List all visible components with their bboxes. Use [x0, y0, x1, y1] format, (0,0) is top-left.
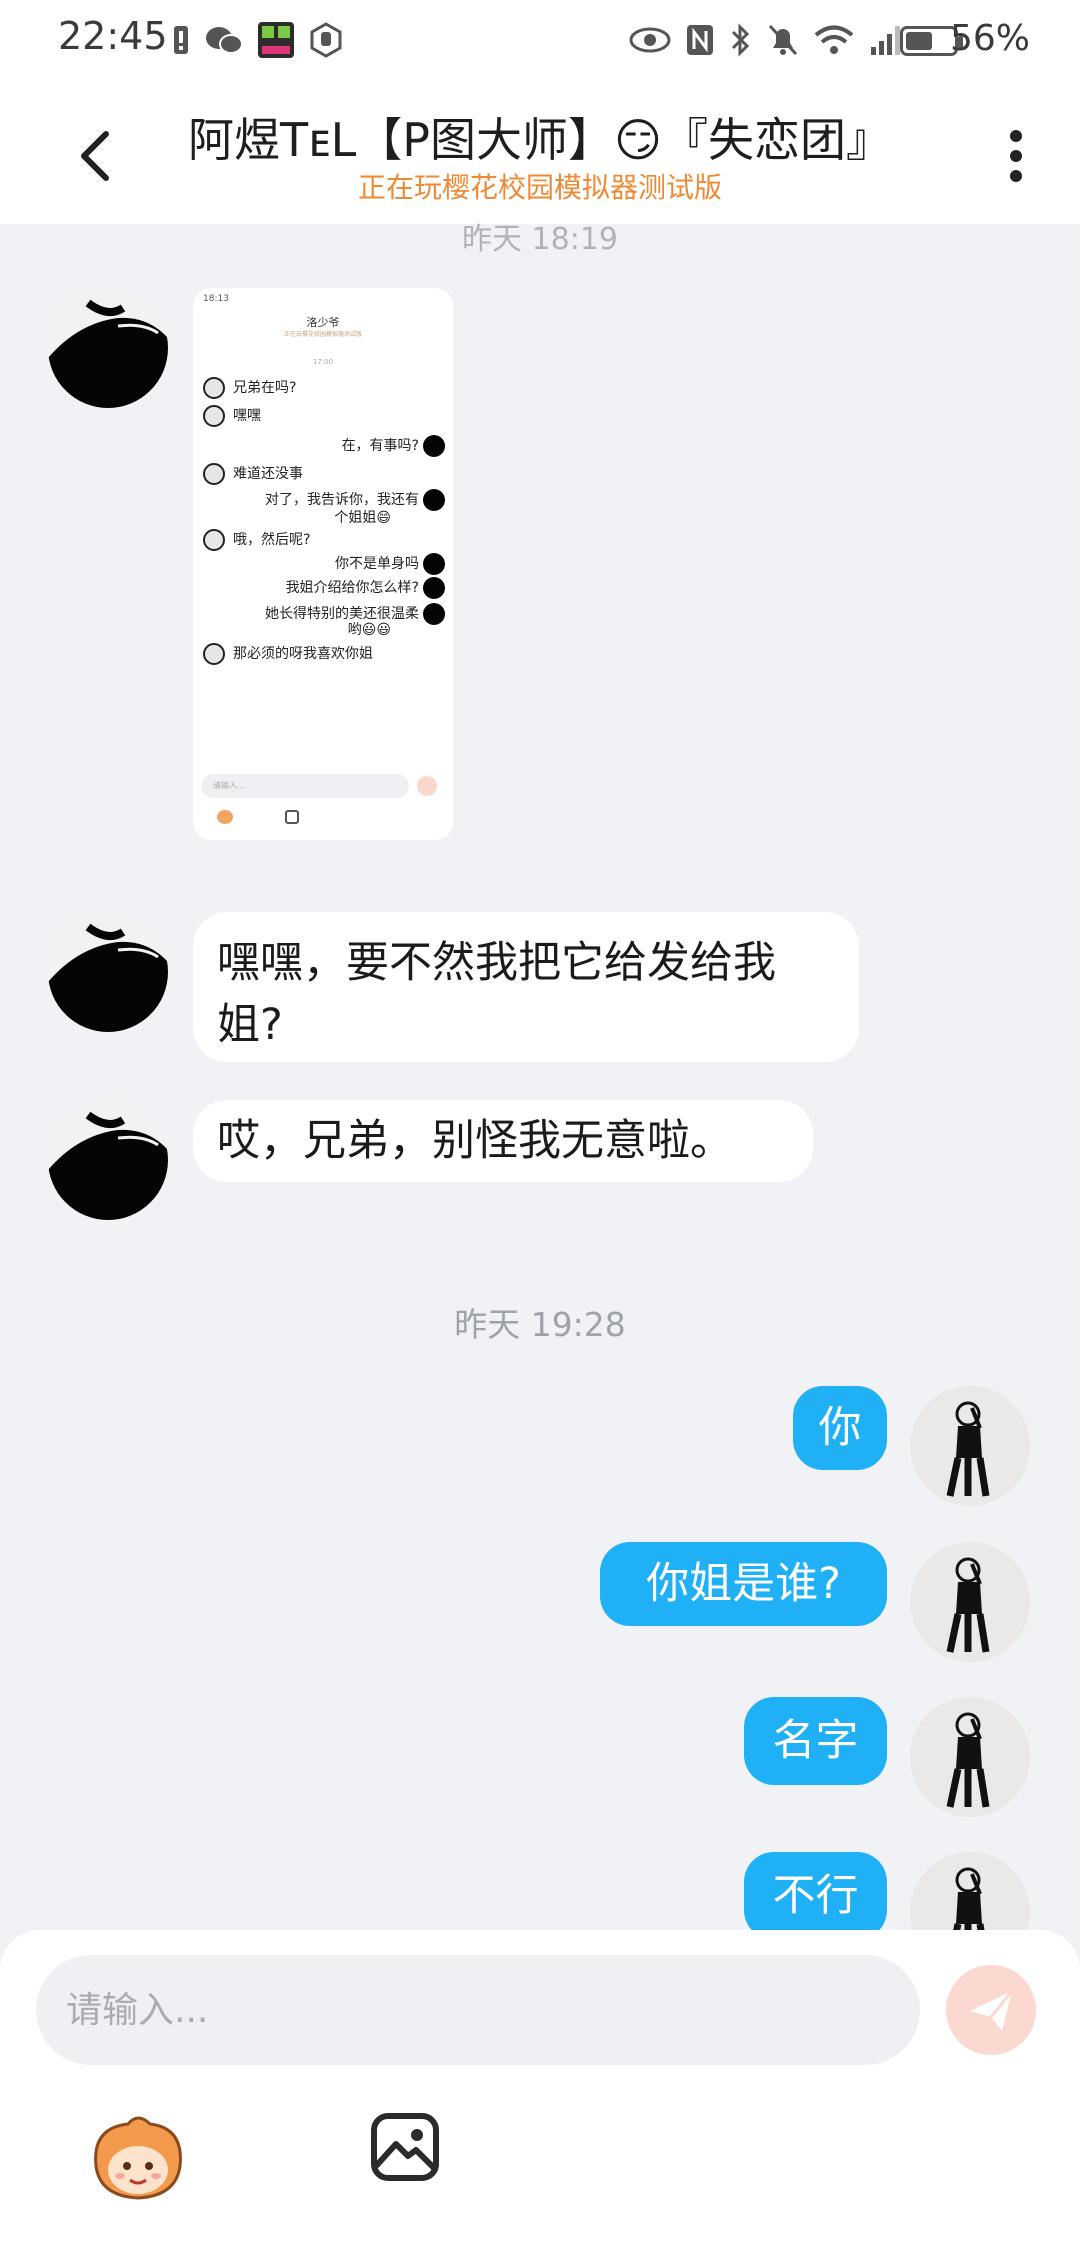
app-icon	[258, 22, 294, 58]
chat-header: 阿煜TᴇL【P图大师】😏『失恋团』 正在玩樱花校园模拟器测试版	[0, 86, 1080, 224]
mini-title: 洛少爷	[306, 316, 340, 329]
mini-chat-line: 我姐介绍给你怎么样?	[285, 580, 419, 596]
contact-avatar[interactable]	[48, 1100, 168, 1220]
message-text-line: 姐?	[217, 1000, 283, 1050]
timestamp: 昨天 19:28	[454, 1305, 626, 1344]
my-avatar[interactable]	[910, 1386, 1030, 1506]
message-text: 你	[818, 1403, 862, 1453]
mini-chat-line: 哦，然后呢?	[233, 532, 311, 548]
status-time: 22:45	[58, 14, 168, 58]
outgoing-message[interactable]: 你姐是谁?	[600, 1542, 887, 1626]
my-avatar[interactable]	[910, 1697, 1030, 1817]
battery-alert-icon	[174, 26, 188, 54]
send-icon[interactable]	[946, 1965, 1036, 2055]
mini-avatar	[203, 377, 225, 399]
chat-title: 阿煜TᴇL【P图大师】😏『失恋团』	[188, 113, 892, 167]
mini-status-time: 18:13	[203, 294, 229, 304]
mini-avatar	[423, 489, 445, 511]
mini-timestamp: 17:00	[312, 358, 334, 366]
mini-avatar	[203, 643, 225, 665]
mini-chat-line: 在，有事吗?	[341, 438, 419, 454]
mini-chat-line: 嘿嘿	[233, 408, 261, 424]
outgoing-message[interactable]: 不行	[744, 1852, 887, 1940]
incoming-message[interactable]: 嘿嘿，要不然我把它给发给我 姐?	[193, 912, 859, 1062]
back-arrow-icon[interactable]	[62, 120, 132, 190]
message-text: 哎，兄弟，别怪我无意啦。	[217, 1116, 733, 1166]
mini-avatar	[423, 435, 445, 457]
message-text: 名字	[772, 1716, 859, 1766]
mini-avatar	[203, 529, 225, 551]
message-text: 你姐是谁?	[646, 1559, 841, 1609]
message-input[interactable]	[36, 1955, 920, 2065]
my-avatar[interactable]	[910, 1542, 1030, 1662]
mini-avatar	[423, 553, 445, 575]
notification-icons	[172, 22, 344, 58]
image-icon[interactable]	[370, 2112, 440, 2182]
wechat-icon	[206, 27, 243, 54]
bluetooth-icon	[731, 23, 750, 57]
mini-chat-line: 哟😃😃	[347, 622, 391, 638]
hand-icon	[310, 22, 342, 58]
mini-avatar	[423, 577, 445, 599]
message-text-line: 嘿嘿，要不然我把它给发给我	[217, 938, 776, 988]
outgoing-message[interactable]: 名字	[744, 1697, 887, 1785]
mini-avatar	[203, 405, 225, 427]
outgoing-message[interactable]: 你	[793, 1386, 887, 1470]
mini-input: 请输入...	[201, 774, 409, 798]
mini-avatar	[203, 463, 225, 485]
mini-image-icon	[285, 810, 299, 824]
mini-chat-line: 兄弟在吗?	[233, 380, 297, 396]
mini-chat-line: 对了，我告诉你，我还有	[265, 492, 419, 508]
mini-mascot-icon	[217, 810, 233, 824]
contact-avatar[interactable]	[48, 288, 168, 408]
system-icons	[629, 22, 905, 58]
mute-bell-icon	[768, 24, 798, 56]
mini-subtitle: 正在玩樱花校园模拟器测试版	[283, 331, 362, 338]
chat-subtitle: 正在玩樱花校园模拟器测试版	[357, 171, 722, 204]
wifi-icon	[814, 25, 854, 54]
mascot-icon[interactable]	[88, 2108, 188, 2208]
more-vertical-icon[interactable]	[996, 124, 1036, 188]
mini-chat-line: 难道还没事	[233, 466, 303, 482]
nfc-icon	[687, 25, 713, 55]
mini-send-icon	[417, 776, 437, 796]
mini-chat-line: 个姐姐😄	[334, 510, 391, 526]
mini-chat-line: 她长得特别的美还很温柔	[265, 606, 419, 622]
status-bar: 22:45 56%	[0, 0, 1080, 86]
image-message[interactable]: 18:13 洛少爷 正在玩樱花校园模拟器测试版 17:00 兄弟在吗? 嘿嘿在，有…	[193, 288, 453, 840]
mini-chat-line: 你不是单身吗	[335, 556, 419, 572]
incoming-message[interactable]: 哎，兄弟，别怪我无意啦。	[193, 1100, 813, 1182]
eye-icon	[629, 27, 671, 53]
contact-avatar[interactable]	[48, 912, 168, 1032]
mini-chat-line: 那必须的呀我喜欢你姐	[233, 646, 373, 662]
message-text: 不行	[772, 1871, 859, 1921]
mini-avatar	[423, 603, 445, 625]
battery-percent: 56%	[949, 18, 1030, 59]
composer	[0, 1930, 1080, 2244]
timestamp-partial: 昨天 18:19	[462, 222, 618, 257]
